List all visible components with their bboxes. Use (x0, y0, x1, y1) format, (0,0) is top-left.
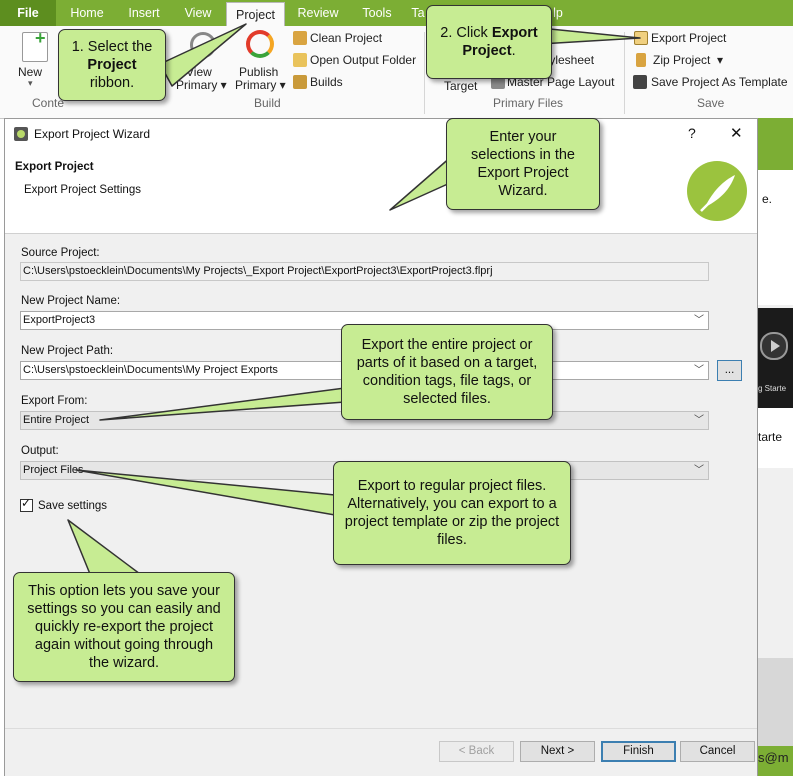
tail-select-ribbon (159, 23, 247, 87)
callout-export-from: Export the entire project or parts of it… (341, 324, 553, 420)
callout-output: Export to regular project files. Alterna… (333, 461, 571, 565)
tail-click-export (539, 27, 641, 45)
callout-export-from-text: Export the entire project or parts of it… (356, 337, 538, 407)
callout-click-export: 2. Click Export Project. (426, 5, 552, 79)
callout-enter-selections: Enter your selections in the Export Proj… (446, 118, 600, 210)
callout-click-export-prefix: 2. Click (440, 25, 492, 41)
callout-save-settings: This option lets you save your settings … (13, 572, 235, 682)
callout-select-ribbon-bold: Project (87, 57, 137, 73)
callout-select-ribbon-line3: ribbon. (89, 75, 135, 91)
callout-select-ribbon: 1. Select the Project ribbon. (58, 29, 166, 101)
tail-export-from (99, 387, 346, 421)
callout-click-export-period: . (511, 43, 516, 59)
callout-select-ribbon-line1: 1. Select the (71, 39, 153, 55)
callout-save-settings-text: This option lets you save your settings … (27, 583, 221, 671)
callout-enter-selections-text: Enter your selections in the Export Proj… (471, 129, 575, 199)
callout-click-export-bold2: Project (462, 43, 512, 59)
callout-click-export-bold1: Export (491, 25, 538, 41)
callout-output-text: Export to regular project files. Alterna… (344, 478, 560, 548)
tail-output (75, 469, 336, 516)
tail-save-settings (67, 519, 141, 575)
